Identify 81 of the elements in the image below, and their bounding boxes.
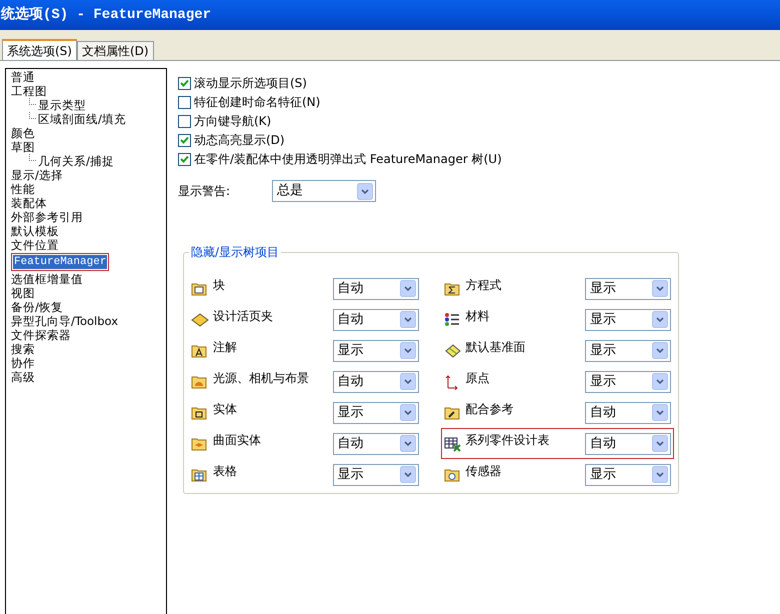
tree-item[interactable]: 性能: [11, 182, 35, 196]
checkbox[interactable]: [178, 134, 191, 146]
visibility-select[interactable]: 自动: [332, 370, 418, 392]
visibility-select[interactable]: 显示: [585, 278, 671, 300]
material-list-icon: [444, 312, 460, 327]
checkmark-icon: [180, 78, 189, 88]
surface-folder-icon: [191, 436, 207, 451]
tree-item[interactable]: 外部参考引用: [11, 210, 83, 224]
item-label: 曲面实体: [213, 432, 262, 449]
warning-select[interactable]: 总是: [272, 180, 376, 202]
option-label: 方向键导航(K): [194, 113, 272, 130]
tree-item[interactable]: 显示/选择: [11, 168, 63, 182]
grid-folder-icon: [191, 467, 207, 482]
visibility-select[interactable]: 显示: [585, 464, 671, 486]
visibility-select[interactable]: 自动: [585, 432, 671, 454]
tree-item[interactable]: 颜色: [11, 126, 35, 140]
cube-folder-icon: [191, 405, 207, 420]
tree-item[interactable]: 显示类型: [38, 98, 86, 112]
visibility-select[interactable]: 显示: [332, 402, 418, 424]
item-label: 系列零件设计表: [466, 432, 550, 449]
plane-icon: [444, 342, 462, 358]
window-title: 统选项(S) - FeatureManager: [1, 5, 212, 24]
tree-item[interactable]: FeatureManager: [13, 255, 108, 269]
tree-item[interactable]: 文件探索器: [11, 328, 71, 342]
checkmark-icon: [180, 154, 189, 164]
item-label: 实体: [213, 401, 238, 418]
tree-item[interactable]: 文件位置: [11, 238, 59, 252]
tree-item[interactable]: 高级: [11, 370, 35, 384]
visibility-select[interactable]: 显示: [585, 340, 671, 362]
tree-item[interactable]: 异型孔向导/Toolbox: [11, 314, 118, 328]
block-folder-icon: [191, 281, 207, 296]
item-label: 光源、相机与布景: [213, 370, 310, 387]
tree-item[interactable]: 装配体: [11, 196, 47, 210]
checkbox[interactable]: [178, 76, 191, 90]
tree-item[interactable]: 几何关系/捕捉: [38, 154, 114, 168]
option-label: 在零件/装配体中使用透明弹出式 FeatureManager 树(U): [194, 151, 502, 168]
tree-item[interactable]: 备份/恢复: [11, 300, 63, 314]
tree-item[interactable]: 选值框增量值: [11, 272, 83, 286]
tree-item[interactable]: 搜索: [11, 342, 35, 356]
item-label: 默认基准面: [466, 339, 526, 356]
item-label: 设计活页夹: [213, 308, 274, 325]
table-icon: [444, 436, 462, 452]
sigma-folder-icon: [444, 281, 460, 296]
visibility-select[interactable]: 自动: [332, 308, 418, 330]
tree-item[interactable]: 默认模板: [11, 224, 59, 238]
checkmark-icon: [180, 136, 189, 144]
tab[interactable]: 系统选项(S): [2, 39, 77, 60]
visibility-select[interactable]: 自动: [332, 432, 418, 454]
visibility-select[interactable]: 显示: [332, 464, 418, 486]
item-label: 材料: [466, 308, 490, 325]
tree-item[interactable]: 视图: [11, 286, 35, 300]
item-label: 配合参考: [466, 401, 514, 418]
letter-folder-icon: [191, 343, 207, 358]
tree-item[interactable]: 工程图: [11, 84, 47, 98]
visibility-select[interactable]: 显示: [585, 308, 671, 330]
option-label: 滚动显示所选项目(S): [194, 75, 307, 92]
tab[interactable]: 文档属性(D): [76, 41, 154, 60]
visibility-select[interactable]: 显示: [585, 370, 671, 392]
tree-item[interactable]: 草图: [11, 140, 35, 154]
tree-item[interactable]: 普通: [11, 70, 35, 84]
sun-folder-icon: [191, 374, 207, 389]
item-label: 块: [213, 277, 226, 294]
checkbox[interactable]: [178, 152, 191, 166]
visibility-select[interactable]: 自动: [332, 278, 418, 300]
group-title: 隐藏/显示树项目: [189, 245, 282, 260]
item-label: 方程式: [466, 277, 502, 294]
visibility-select[interactable]: 自动: [585, 402, 671, 424]
visibility-select[interactable]: 显示: [332, 340, 418, 362]
checkbox[interactable]: [178, 96, 191, 108]
tree-item[interactable]: 区域剖面线/填充: [38, 112, 126, 126]
option-label: 动态高亮显示(D): [194, 132, 285, 149]
tree-item[interactable]: 协作: [11, 356, 35, 370]
option-label: 特征创建时命名特征(N): [194, 94, 320, 111]
item-label: 表格: [213, 463, 238, 480]
warning-label: 显示警告:: [178, 183, 232, 200]
item-label: 传感器: [466, 463, 502, 480]
item-label: 原点: [466, 370, 490, 387]
checkbox[interactable]: [178, 114, 191, 128]
item-label: 注解: [213, 339, 238, 356]
gauge-folder-icon: [444, 467, 460, 482]
axes-icon: [444, 374, 458, 390]
